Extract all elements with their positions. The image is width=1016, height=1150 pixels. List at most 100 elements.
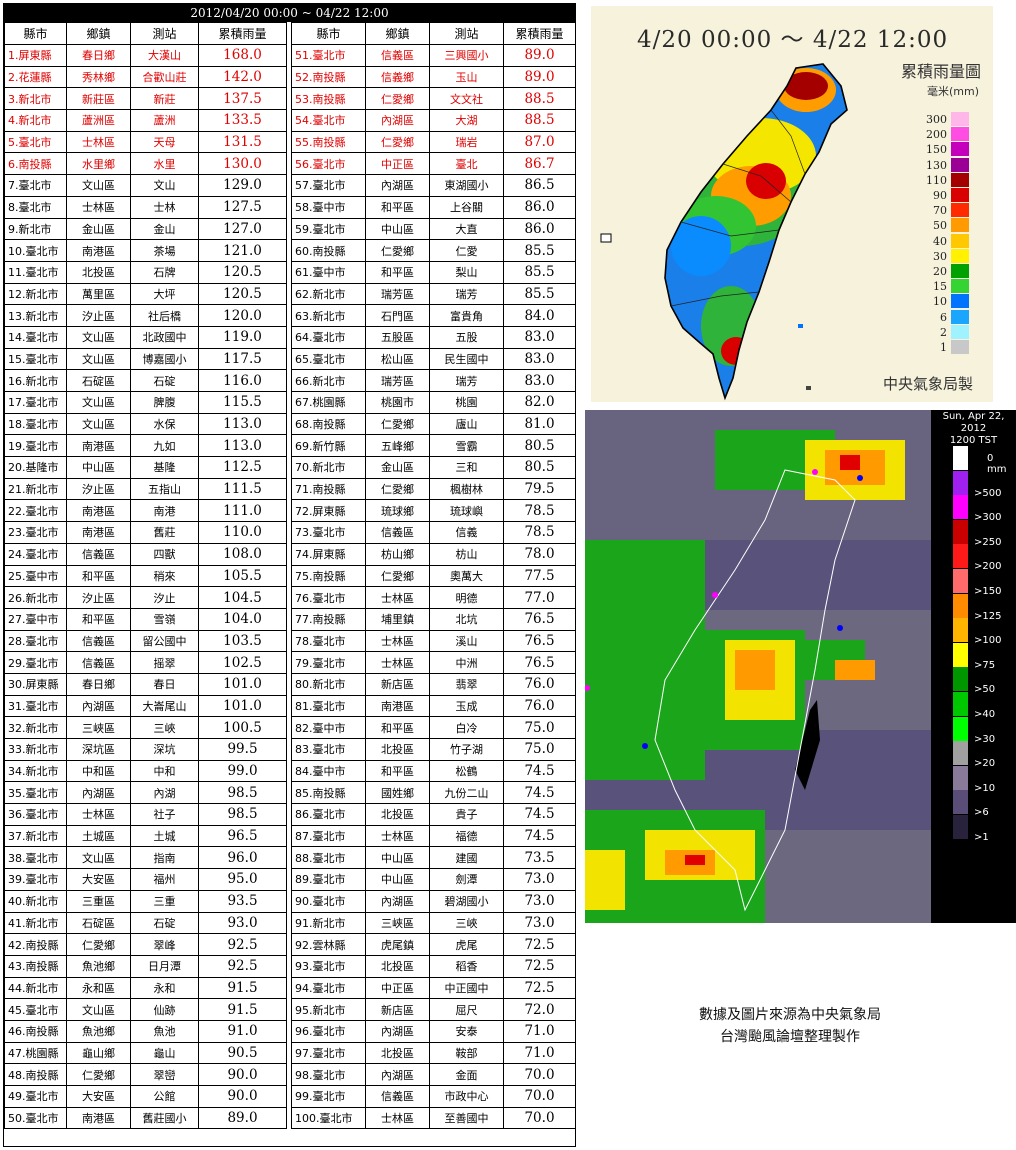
cell-station: 中洲 (429, 651, 504, 674)
cell-township: 信義鄉 (365, 65, 430, 89)
map-legend-label: 50 (933, 219, 947, 233)
cell-township: 枋山鄉 (365, 542, 430, 566)
map-legend-swatch (951, 112, 969, 126)
cell-county: 61.臺中市 (291, 260, 366, 284)
cell-station: 南港 (130, 499, 199, 523)
cell-station: 士林 (130, 195, 199, 219)
cell-township: 文山區 (66, 325, 131, 349)
cell-station: 社后橋 (130, 304, 199, 327)
cell-rainfall: 82.0 (503, 391, 576, 414)
radar-scale-label: >150 (974, 586, 1002, 597)
cell-county: 73.臺北市 (291, 521, 366, 544)
map-legend-label: 10 (933, 295, 947, 309)
radar-scale-swatch (953, 790, 968, 815)
cell-township: 士林區 (365, 1106, 430, 1130)
cell-station: 奧萬大 (429, 564, 504, 588)
cell-township: 汐止區 (66, 304, 131, 327)
cell-rainfall: 72.5 (503, 976, 576, 1000)
cell-county: 16.新北市 (4, 369, 67, 392)
credits-source: 數據及圖片來源為中央氣象局 (699, 1007, 881, 1023)
cell-station: 翠巒 (130, 1063, 199, 1086)
cell-township: 金山區 (66, 217, 131, 241)
cell-county: 98.臺北市 (291, 1063, 366, 1086)
map-legend-label: 40 (933, 234, 947, 248)
table-row: 39.臺北市 大安區 福州 95.0 89.臺北市 中山區 劍潭 73.0 (4, 868, 576, 891)
cell-station: 茶場 (130, 239, 199, 262)
cell-station: 碧湖國小 (429, 889, 504, 913)
cell-station: 大坪 (130, 282, 199, 306)
cell-township: 文山區 (66, 174, 131, 197)
cell-township: 大安區 (66, 868, 131, 891)
cell-station: 舊莊 (130, 521, 199, 544)
table-row: 1.屏東縣 春日鄉 大漢山 168.0 51.臺北市 信義區 三興國小 89.0 (4, 44, 576, 67)
table-row: 10.臺北市 南港區 茶場 121.0 60.南投縣 仁愛鄉 仁愛 85.5 (4, 239, 576, 262)
cell-rainfall: 87.0 (503, 130, 576, 154)
cell-township: 仁愛鄉 (66, 1063, 131, 1086)
cell-township: 文山區 (66, 412, 131, 436)
table-row: 27.臺中市 和平區 雪嶺 104.0 77.南投縣 埔里鎮 北坑 76.5 (4, 607, 576, 631)
map-legend-label: 110 (926, 173, 947, 187)
cell-rainfall: 85.5 (503, 239, 576, 262)
map-legend-swatch (951, 157, 969, 172)
radar-scale-label: 0 mm (987, 453, 1007, 475)
table-row: 44.新北市 永和區 永和 91.5 94.臺北市 中正區 中正國中 72.5 (4, 976, 576, 1000)
header-county: 縣市 (291, 22, 366, 45)
map-legend-swatch (951, 279, 969, 294)
cell-township: 深坑區 (66, 738, 131, 761)
cell-station: 五指山 (130, 477, 199, 501)
cell-county: 84.臺中市 (291, 759, 366, 783)
cell-county: 24.臺北市 (4, 542, 67, 566)
map-legend-label: 30 (933, 249, 947, 263)
cell-county: 27.臺中市 (4, 607, 67, 631)
cell-rainfall: 95.0 (198, 868, 287, 891)
cell-county: 96.臺北市 (291, 1019, 366, 1043)
cell-rainfall: 129.0 (198, 174, 287, 197)
radar-scale-swatch (953, 667, 968, 692)
table-row: 34.新北市 中和區 中和 99.0 84.臺中市 和平區 松鶴 74.5 (4, 759, 576, 783)
cell-township: 中正區 (365, 152, 430, 176)
cell-township: 北投區 (365, 954, 430, 978)
cell-rainfall: 81.0 (503, 412, 576, 436)
table-row: 37.新北市 土城區 土城 96.5 87.臺北市 士林區 福德 74.5 (4, 824, 576, 848)
cell-county: 64.臺北市 (291, 325, 366, 349)
cell-station: 三興國小 (429, 44, 504, 67)
cell-township: 金山區 (365, 456, 430, 479)
cell-township: 北投區 (365, 738, 430, 761)
map-legend-label: 2 (940, 325, 947, 339)
radar-scale-label: >100 (974, 635, 1002, 647)
cell-station: 土城 (130, 824, 199, 848)
cell-rainfall: 91.5 (198, 976, 287, 1000)
cell-station: 新莊 (130, 87, 199, 111)
cell-station: 社子 (130, 803, 199, 826)
cell-township: 中山區 (365, 868, 430, 891)
cell-station: 梨山 (429, 260, 504, 284)
cell-county: 43.南投縣 (4, 954, 67, 978)
cell-county: 50.臺北市 (4, 1106, 67, 1130)
cell-township: 南港區 (66, 521, 131, 544)
cell-township: 土城區 (66, 824, 131, 848)
cell-county: 91.新北市 (291, 911, 366, 935)
cell-township: 南港區 (66, 1106, 131, 1130)
cell-county: 13.新北市 (4, 304, 67, 327)
cell-county: 9.新北市 (4, 217, 67, 241)
cell-county: 85.南投縣 (291, 781, 366, 805)
table-row: 25.臺中市 和平區 稍來 105.5 75.南投縣 仁愛鄉 奧萬大 77.5 (4, 564, 576, 588)
cell-station: 枋山 (429, 542, 504, 566)
table-row: 12.新北市 萬里區 大坪 120.5 62.新北市 瑞芳區 瑞芳 85.5 (4, 282, 576, 306)
cell-rainfall: 80.5 (503, 456, 576, 479)
cell-station: 石碇 (130, 369, 199, 392)
cell-rainfall: 88.5 (503, 87, 576, 111)
radar-scale-swatch (953, 446, 968, 470)
cell-county: 12.新北市 (4, 282, 67, 306)
radar-scale-swatch (953, 544, 968, 569)
cell-rainfall: 103.5 (198, 629, 287, 653)
cell-county: 5.臺北市 (4, 130, 67, 154)
table-row: 6.南投縣 水里鄉 水里 130.0 56.臺北市 中正區 臺北 86.7 (4, 152, 576, 176)
cell-rainfall: 108.0 (198, 542, 287, 566)
cell-county: 21.新北市 (4, 477, 67, 501)
map-legend-label: 1 (940, 341, 947, 354)
cell-township: 三峽區 (365, 911, 430, 935)
cell-station: 水里 (130, 152, 199, 176)
cell-county: 59.臺北市 (291, 217, 366, 241)
header-station: 測站 (130, 22, 199, 45)
